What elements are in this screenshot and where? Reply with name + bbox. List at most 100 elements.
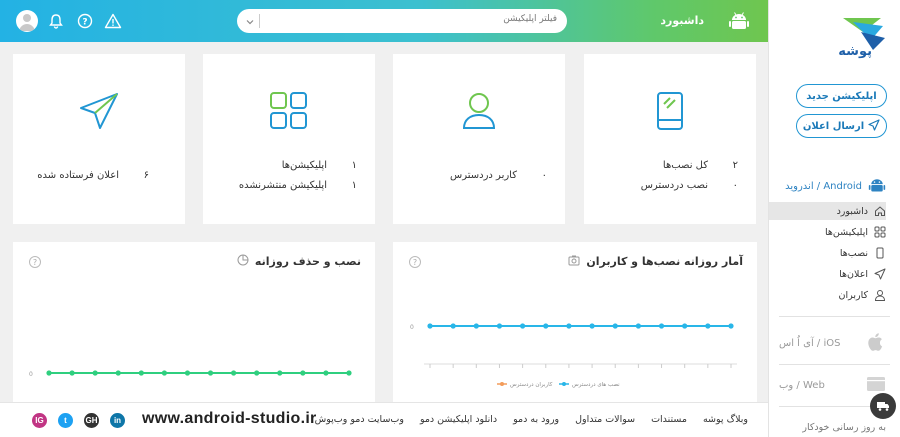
support-chat-button[interactable]	[870, 393, 896, 419]
sidebar-item-notifications[interactable]: اعلان‌ها	[769, 265, 886, 283]
user-icon	[874, 289, 886, 301]
grid-icon	[874, 226, 886, 238]
data-point	[635, 323, 641, 329]
data-point	[231, 370, 237, 376]
help-icon[interactable]: ?	[75, 11, 95, 31]
linkedin-icon[interactable]: in	[110, 413, 125, 428]
data-point	[496, 323, 503, 329]
data-point	[612, 323, 618, 329]
daily-install-remove-panel: نصب و حذف روزانه ? 0	[13, 242, 375, 402]
sidebar-item-label: داشبورد	[836, 205, 868, 217]
data-point	[277, 370, 283, 376]
avatar[interactable]	[16, 10, 38, 32]
data-point	[323, 370, 329, 376]
sent-notifications-label: اعلان فرستاده شده	[37, 170, 119, 181]
data-point	[138, 370, 144, 376]
unpublished-apps-value: ۱	[351, 180, 357, 191]
send-notification-button[interactable]: ارسال اعلان	[796, 114, 887, 138]
apple-icon	[866, 331, 886, 356]
data-point	[658, 323, 665, 329]
send-icon	[868, 118, 880, 134]
data-point	[566, 323, 572, 329]
android-section-label: Android / اندروید	[785, 181, 862, 192]
available-users: ۰ کاربر دردسترس	[450, 170, 547, 181]
legend-label: نصب های دردسترس	[572, 382, 620, 388]
sent-notifications: ۶ اعلان فرستاده شده	[37, 170, 149, 181]
sidebar-item-users[interactable]: کاربران	[769, 286, 886, 304]
available-installs-label: نصب دردسترس	[640, 180, 708, 191]
data-point	[46, 370, 52, 376]
divider	[779, 316, 890, 317]
github-icon[interactable]: GH	[84, 413, 99, 428]
home-icon	[874, 205, 886, 217]
data-point	[184, 370, 191, 376]
footer-link-blog[interactable]: وبلاگ پوشه	[703, 414, 748, 425]
legend-marker	[562, 382, 566, 386]
truck-icon	[876, 397, 890, 416]
new-app-label: اپلیکیشن جدید	[806, 90, 877, 102]
instagram-icon[interactable]: IG	[32, 413, 47, 428]
data-point	[705, 323, 711, 329]
footer-link-docs[interactable]: مستندات	[651, 414, 687, 425]
footer-links: وبلاگ پوشه مستندات سوالات متداول ورود به…	[315, 414, 748, 425]
unpublished-apps-label: اپلیکیشن منتشرنشده	[238, 180, 327, 191]
data-point	[300, 370, 306, 376]
data-point	[427, 323, 433, 329]
footer: وبلاگ پوشه مستندات سوالات متداول ورود به…	[0, 402, 768, 437]
web-section[interactable]: Web / وب	[779, 376, 886, 395]
data-point	[473, 323, 479, 329]
sidebar-item-apps[interactable]: اپلیکیشن‌ها	[769, 223, 886, 241]
legend-label: کاربران دردسترس	[510, 381, 553, 388]
sidebar-item-label: اپلیکیشن‌ها	[824, 226, 868, 238]
sent-notifications-value: ۶	[143, 170, 149, 181]
footer-link-faq[interactable]: سوالات متداول	[575, 414, 635, 425]
data-point	[450, 323, 456, 329]
sidebar-item-label: نصب‌ها	[839, 247, 868, 259]
phone-icon	[584, 92, 756, 132]
new-app-button[interactable]: اپلیکیشن جدید	[796, 84, 887, 108]
automation-label[interactable]: به روز رسانی خودکار	[802, 422, 886, 433]
apps-count-value: ۱	[351, 160, 357, 171]
data-point	[520, 323, 526, 329]
ios-section[interactable]: iOS / آی اُ اس	[779, 331, 886, 356]
app-filter-select[interactable]: فیلتر اپلیکیشن	[237, 9, 567, 33]
available-installs: ۰ نصب دردسترس	[641, 180, 738, 191]
warning-icon[interactable]	[103, 11, 123, 31]
notifications-card[interactable]: ۶ اعلان فرستاده شده	[13, 54, 185, 224]
sidebar-item-dashboard[interactable]: داشبورد	[769, 202, 886, 220]
apps-count-label: اپلیکیشن‌ها	[281, 160, 327, 171]
installs-card[interactable]: ۲ کل نصب‌ها ۰ نصب دردسترس	[584, 54, 756, 224]
data-point	[254, 370, 260, 376]
grid-icon	[203, 92, 375, 132]
data-point	[161, 370, 167, 376]
send-notification-label: ارسال اعلان	[802, 120, 865, 132]
daily-installs-users-panel: آمار روزانه نصب‌ها و کاربران ? 0 کاربران …	[393, 242, 757, 402]
users-card[interactable]: ۰ کاربر دردسترس	[393, 54, 565, 224]
apps-count: ۱ اپلیکیشن‌ها	[282, 160, 357, 171]
android-section[interactable]: Android / اندروید	[785, 176, 886, 197]
web-section-label: Web / وب	[779, 380, 825, 391]
ios-section-label: iOS / آی اُ اس	[779, 338, 841, 349]
y-tick-label: 0	[410, 324, 414, 331]
footer-link-demo-login[interactable]: ورود به دمو	[513, 414, 559, 425]
send-icon	[13, 92, 185, 132]
legend-marker	[500, 382, 504, 386]
android-icon	[728, 10, 750, 32]
data-point	[682, 323, 688, 329]
footer-link-demo-site[interactable]: وب‌سایت دمو وب‌پوش	[315, 414, 404, 425]
footer-link-demo-app[interactable]: دانلود اپلیکیشن دمو	[420, 414, 497, 425]
svg-text:?: ?	[82, 18, 87, 28]
apps-card[interactable]: ۱ اپلیکیشن‌ها ۱ اپلیکیشن منتشرنشده	[203, 54, 375, 224]
sidebar: پوشه اپلیکیشن جدید ارسال اعلان Android /…	[768, 0, 900, 437]
data-point	[728, 323, 734, 329]
total-installs-label: کل نصب‌ها	[662, 160, 708, 171]
site-url[interactable]: www.android-studio.ir	[142, 410, 317, 428]
bell-icon[interactable]	[46, 11, 66, 31]
sidebar-item-installs[interactable]: نصب‌ها	[769, 244, 886, 262]
total-installs-value: ۲	[732, 160, 738, 171]
twitter-icon[interactable]: t	[58, 413, 73, 428]
search-placeholder: فیلتر اپلیکیشن	[503, 14, 557, 24]
data-point	[346, 370, 352, 376]
user-icon	[393, 92, 565, 132]
install-remove-line-chart: 0	[29, 370, 352, 378]
